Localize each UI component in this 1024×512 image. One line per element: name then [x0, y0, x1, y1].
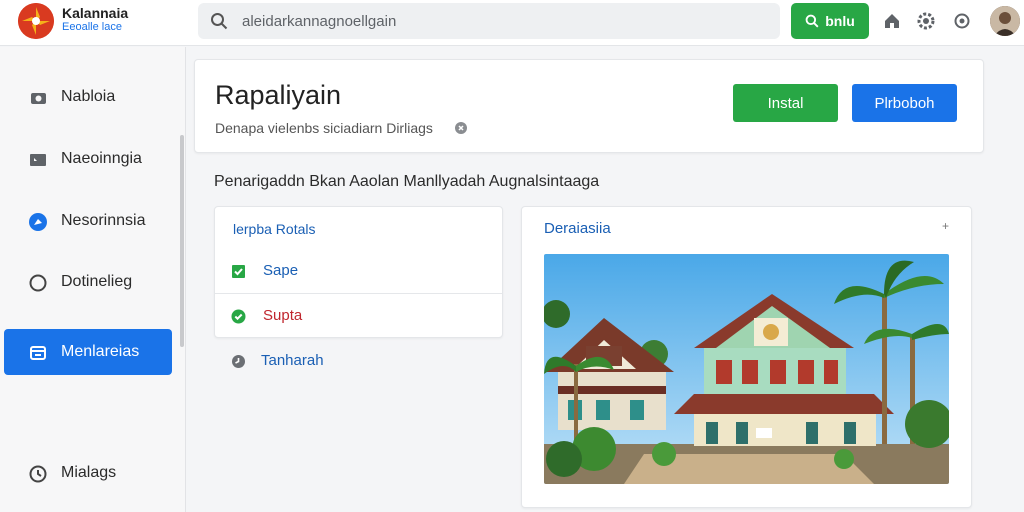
sidebar-item-bottom[interactable]: Mialags: [4, 450, 172, 496]
sidebar-item-4[interactable]: Dotinelieg: [4, 259, 172, 305]
list-item[interactable]: Tanharah: [214, 340, 503, 384]
camera-icon: [31, 93, 46, 104]
sidebar-scrollbar[interactable]: [180, 135, 184, 347]
page-title: Rapaliyain: [215, 80, 342, 110]
clock-icon: [232, 355, 245, 368]
list-card: lerpba Rotals Sape Supta: [214, 206, 503, 338]
search-bar: [198, 3, 780, 39]
search-button-label: bnlu: [825, 13, 855, 29]
refresh-icon[interactable]: [952, 11, 972, 31]
brand: Kalannaia Eeoalle lace: [62, 6, 128, 34]
house-photo: [544, 254, 949, 484]
sidebar-item-2[interactable]: Naeoinngia: [4, 136, 172, 182]
list-item-label: Supta: [263, 307, 303, 324]
image-card: Deraiasiia +: [521, 206, 972, 508]
page-subtitle: Denapa vielenbs siciadiarn Dirliags: [215, 120, 433, 136]
monitor-icon: [30, 154, 46, 166]
history-icon: [29, 465, 47, 483]
search-icon: [805, 14, 819, 28]
settings-icon[interactable]: [916, 11, 936, 31]
list-item[interactable]: Sape: [215, 249, 502, 293]
list-item-label: Tanharah: [261, 352, 324, 369]
search-input[interactable]: [242, 3, 772, 39]
sidebar-item-5[interactable]: Menlareias: [4, 329, 172, 375]
checkbox-icon[interactable]: [231, 264, 246, 279]
image-card-title: Deraiasiia: [544, 220, 611, 237]
sidebar-item-1[interactable]: Nabloia: [4, 74, 172, 120]
secondary-button[interactable]: Plrboboh: [852, 84, 957, 122]
sidebar-item-label: Naeoinngia: [61, 150, 142, 167]
sidebar-item-label: Nabloia: [61, 88, 116, 105]
brand-subtitle: Eeoalle lace: [62, 21, 122, 33]
info-icon[interactable]: [454, 121, 468, 135]
home-icon[interactable]: [882, 11, 902, 31]
install-button[interactable]: Instal: [733, 84, 838, 122]
list-item[interactable]: Supta: [215, 294, 502, 338]
list-item-label: Sape: [263, 262, 299, 279]
logo-icon[interactable]: [18, 3, 54, 39]
compass-icon: [29, 213, 47, 231]
top-header: Kalannaia Eeoalle lace bnlu: [0, 0, 1024, 46]
section-title: Penarigaddn Bkan Aaolan Manllyadah Augna…: [214, 173, 600, 190]
sidebar-item-label: Mialags: [61, 464, 117, 481]
more-icon[interactable]: +: [942, 219, 949, 233]
avatar[interactable]: [990, 6, 1020, 36]
sidebar-item-3[interactable]: Nesorinnsia: [4, 198, 172, 244]
list-heading: lerpba Rotals: [233, 221, 316, 237]
check-circle-icon[interactable]: [231, 309, 246, 324]
sidebar-item-label: Menlareias: [61, 343, 140, 360]
circle-icon: [29, 274, 47, 292]
header-card: Rapaliyain Denapa vielenbs siciadiarn Di…: [194, 59, 984, 153]
search-button[interactable]: bnlu: [791, 3, 869, 39]
sidebar-item-label: Dotinelieg: [61, 273, 133, 290]
search-icon: [211, 13, 228, 30]
card-icon: [30, 346, 46, 360]
sidebar-item-label: Nesorinnsia: [61, 212, 146, 229]
brand-name: Kalannaia: [62, 5, 129, 21]
